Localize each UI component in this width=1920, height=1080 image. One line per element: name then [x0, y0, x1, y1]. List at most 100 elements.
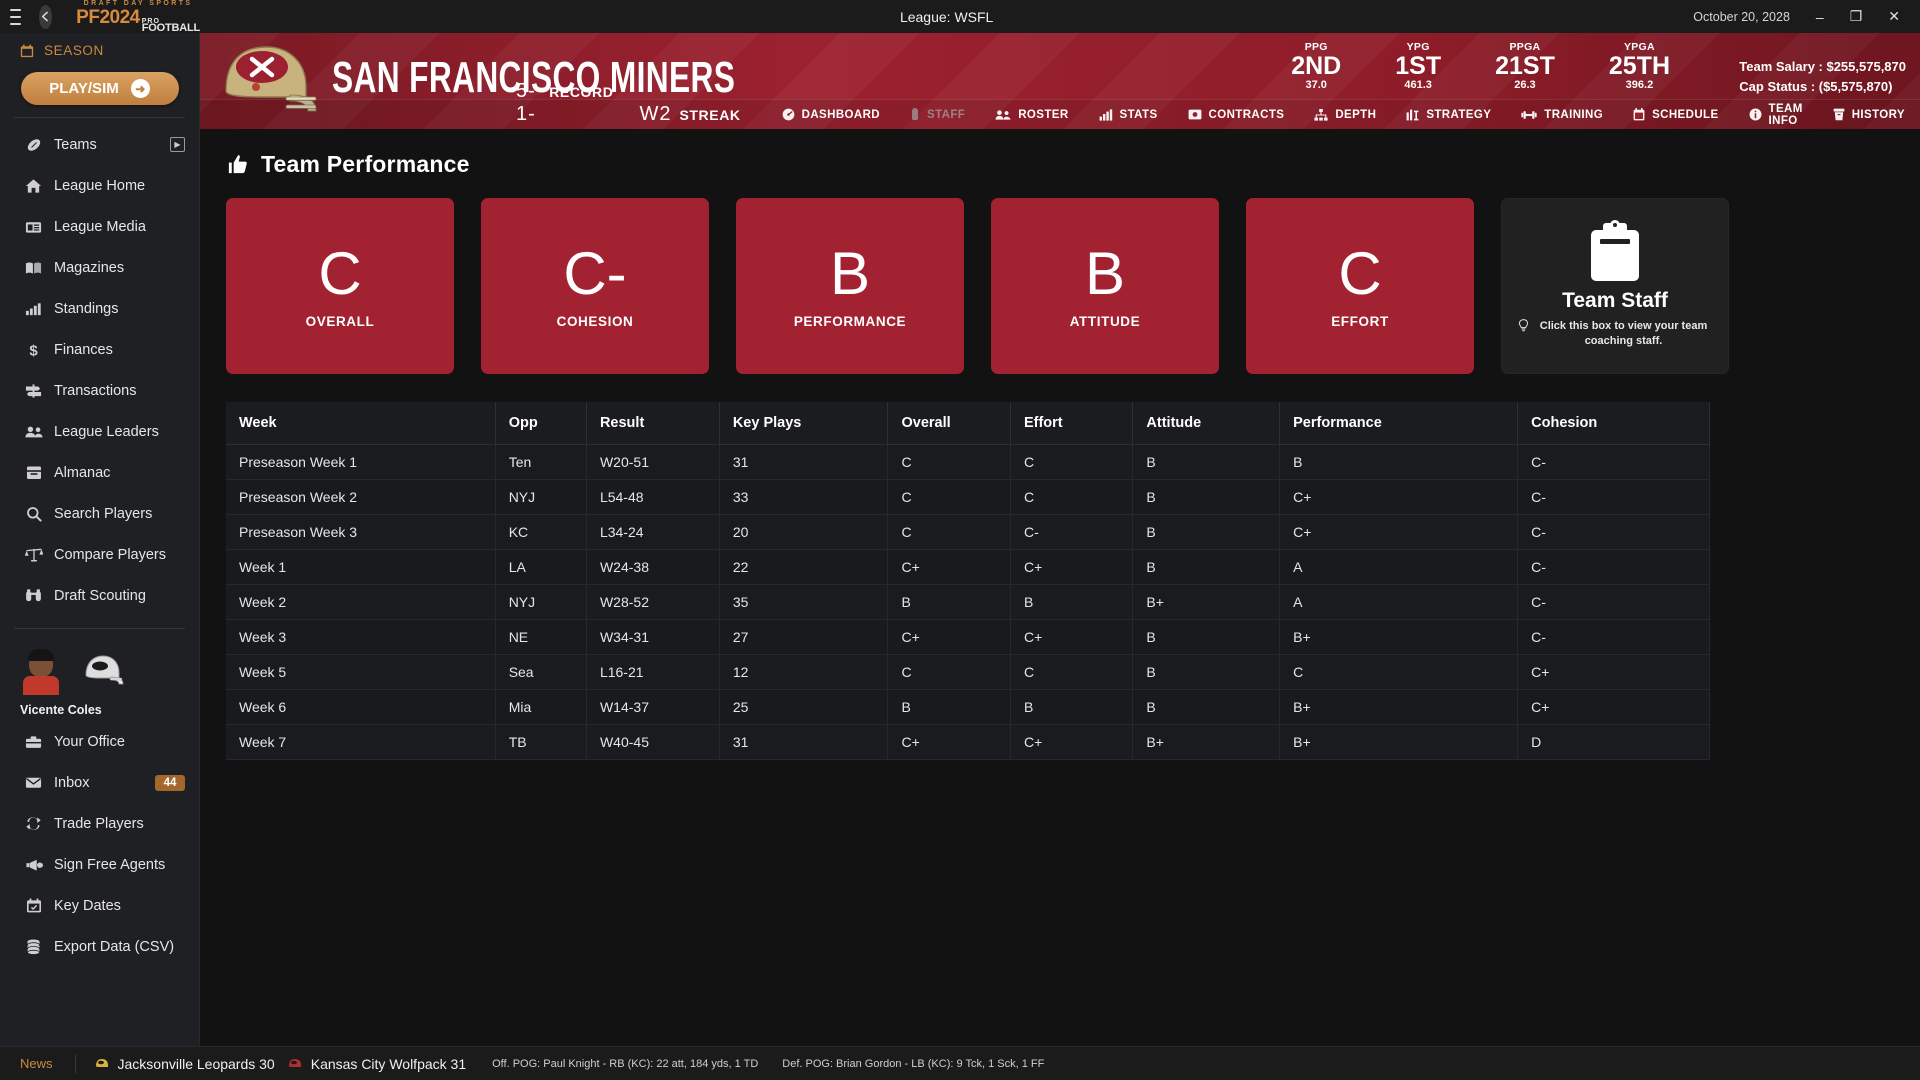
minimize-button[interactable]: – — [1816, 9, 1824, 25]
column-header-attitude[interactable]: Attitude — [1132, 402, 1281, 445]
stats-icon — [1099, 108, 1113, 121]
current-date: October 20, 2028 — [1693, 9, 1790, 24]
grade-card-overall[interactable]: C OVERALL — [226, 198, 454, 374]
column-header-week[interactable]: Week — [226, 402, 496, 445]
table-row[interactable]: Week 5 Sea L16-21 12 C C B C C+ — [226, 654, 1710, 690]
grade-label: PERFORMANCE — [793, 313, 907, 329]
stat-ppg: PPG 2ND 37.0 — [1291, 41, 1341, 91]
archive-icon — [24, 465, 43, 480]
sidebar-item-almanac[interactable]: Almanac — [0, 452, 199, 493]
column-header-key-plays[interactable]: Key Plays — [719, 402, 889, 445]
close-button[interactable]: ✕ — [1888, 8, 1900, 25]
team-helmet-icon[interactable] — [80, 653, 126, 691]
nav-item-label: Magazines — [54, 259, 125, 276]
arrow-right-icon: ➜ — [130, 79, 150, 98]
grade-card-performance[interactable]: B PERFORMANCE — [736, 198, 964, 374]
hamburger-icon[interactable] — [10, 7, 22, 27]
sidebar-item-league-media[interactable]: League Media — [0, 206, 199, 247]
table-row[interactable]: Week 7 TB W40-45 31 C+ C+ B+ B+ D — [226, 724, 1710, 760]
table-row[interactable]: Preseason Week 1 Ten W20-51 31 C C B B C- — [226, 444, 1710, 480]
stat-rank: 25TH — [1608, 52, 1670, 80]
sidebar-item-transactions[interactable]: Transactions — [0, 370, 199, 411]
tab-history[interactable]: HISTORY — [1818, 100, 1920, 130]
news-away-team[interactable]: Jacksonville Leopards 30 — [94, 1056, 275, 1072]
sidebar-item-finances[interactable]: $ Finances — [0, 329, 199, 370]
sidebar-item-trade-players[interactable]: Trade Players — [0, 803, 199, 844]
tab-stats[interactable]: STATS — [1084, 100, 1173, 130]
sidebar-item-export-data-csv[interactable]: Export Data (CSV) — [0, 926, 199, 967]
sidebar-item-league-home[interactable]: League Home — [0, 165, 199, 206]
cell-week: Week 3 — [226, 619, 496, 655]
section-title: Team Performance — [226, 151, 1894, 178]
column-header-result[interactable]: Result — [586, 402, 720, 445]
maximize-button[interactable]: ❐ — [1850, 8, 1863, 25]
table-row[interactable]: Week 3 NE W34-31 27 C+ C+ B B+ C- — [226, 619, 1710, 655]
cell-result: W20-51 — [586, 444, 720, 480]
home-team-score: Kansas City Wolfpack 31 — [310, 1055, 467, 1072]
team-staff-title: Team Staff — [1562, 289, 1668, 313]
news-home-team[interactable]: Kansas City Wolfpack 31 — [287, 1056, 466, 1072]
nav-item-label: Trade Players — [54, 815, 144, 832]
streak-group: W2 STREAK — [639, 103, 740, 126]
column-header-cohesion[interactable]: Cohesion — [1517, 402, 1710, 445]
schedule-icon — [1633, 108, 1645, 121]
nav-item-label: Transactions — [54, 382, 137, 399]
team-staff-card[interactable]: Team Staff Click this box to view your te… — [1501, 198, 1729, 374]
cell-key-plays: 25 — [719, 689, 889, 725]
team-banner: SAN FRANCISCO MINERS PPG 2ND 37.0 YPG 1ST 461… — [200, 33, 1920, 129]
table-row[interactable]: Week 2 NYJ W28-52 35 B B B+ A C- — [226, 584, 1710, 620]
strategy-icon — [1406, 109, 1419, 121]
sidebar-item-league-leaders[interactable]: League Leaders — [0, 411, 199, 452]
cell-opp: Mia — [495, 689, 587, 725]
sidebar-item-standings[interactable]: Standings — [0, 288, 199, 329]
table-row[interactable]: Preseason Week 3 KC L34-24 20 C C- B C+ C- — [226, 514, 1710, 550]
cell-attitude: B — [1132, 654, 1281, 690]
stat-ypg: YPG 1ST 461.3 — [1395, 41, 1441, 91]
expand-teams-icon[interactable]: ▶ — [170, 137, 185, 152]
tab-schedule[interactable]: SCHEDULE — [1618, 100, 1733, 130]
sidebar-item-sign-free-agents[interactable]: Sign Free Agents — [0, 844, 199, 885]
tab-roster[interactable]: ROSTER — [980, 100, 1083, 130]
cell-performance: C+ — [1279, 479, 1519, 515]
sidebar-item-teams[interactable]: Teams ▶ — [0, 124, 199, 165]
avatar — [20, 649, 62, 695]
tab-dashboard[interactable]: DASHBOARD — [767, 100, 895, 130]
sidebar-item-compare-players[interactable]: Compare Players — [0, 534, 199, 575]
cell-opp: NE — [495, 619, 587, 655]
stat-ypga: YPGA 25TH 396.2 — [1609, 41, 1670, 91]
column-header-effort[interactable]: Effort — [1010, 402, 1134, 445]
nav-item-label: Inbox — [54, 774, 90, 791]
sidebar-item-magazines[interactable]: Magazines — [0, 247, 199, 288]
sidebar-item-your-office[interactable]: Your Office — [0, 721, 199, 762]
tab-contracts[interactable]: CONTRACTS — [1173, 100, 1300, 130]
cell-key-plays: 35 — [719, 584, 889, 620]
football-icon — [24, 137, 43, 153]
back-arrow-icon[interactable] — [39, 4, 53, 29]
briefcase-icon — [24, 735, 43, 749]
sidebar-item-search-players[interactable]: Search Players — [0, 493, 199, 534]
tab-team-info[interactable]: TEAM INFO — [1734, 100, 1818, 130]
sidebar-item-draft-scouting[interactable]: Draft Scouting — [0, 575, 199, 616]
tab-training[interactable]: TRAINING — [1506, 100, 1618, 130]
sidebar-item-key-dates[interactable]: Key Dates — [0, 885, 199, 926]
play-sim-button[interactable]: PLAY/SIM ➜ — [20, 72, 179, 105]
column-header-overall[interactable]: Overall — [887, 402, 1011, 445]
tab-depth[interactable]: DEPTH — [1299, 100, 1391, 130]
column-header-performance[interactable]: Performance — [1279, 402, 1519, 445]
grade-card-effort[interactable]: C EFFORT — [1246, 198, 1474, 374]
cell-opp: NYJ — [495, 479, 587, 515]
table-row[interactable]: Preseason Week 2 NYJ L54-48 33 C C B C+ C- — [226, 479, 1710, 515]
column-header-opp[interactable]: Opp — [495, 402, 587, 445]
tab-strategy[interactable]: STRATEGY — [1391, 100, 1506, 130]
table-row[interactable]: Week 6 Mia W14-37 25 B B B B+ C+ — [226, 689, 1710, 725]
table-row[interactable]: Week 1 LA W24-38 22 C+ C+ B A C- — [226, 549, 1710, 585]
dollar-icon: $ — [24, 342, 43, 358]
cell-cohesion: C- — [1517, 619, 1710, 655]
cell-attitude: B — [1132, 619, 1281, 655]
cell-attitude: B — [1132, 479, 1281, 515]
grade-card-cohesion[interactable]: C- COHESION — [481, 198, 709, 374]
cell-attitude: B — [1132, 549, 1281, 585]
grade-card-attitude[interactable]: B ATTITUDE — [991, 198, 1219, 374]
cell-overall: C+ — [887, 724, 1011, 760]
sidebar-item-inbox[interactable]: Inbox 44 — [0, 762, 199, 803]
